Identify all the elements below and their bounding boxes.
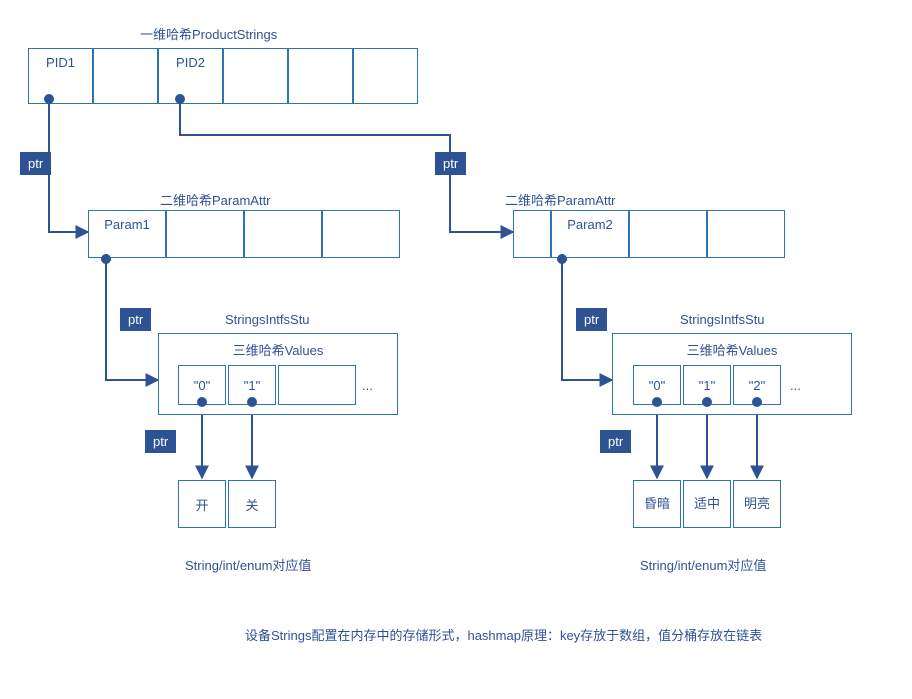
right-footer: String/int/enum对应值 (640, 555, 766, 574)
right-v2-dot (752, 397, 762, 407)
left-v0-dot (197, 397, 207, 407)
ptr-badge-4: ptr (145, 430, 176, 453)
left-param-dot (101, 254, 111, 264)
left-result-0: 开 (178, 480, 226, 528)
pid-cell-0: PID1 (28, 48, 93, 104)
pid-cell-3 (223, 48, 288, 104)
pid-cell-5 (353, 48, 418, 104)
left-param-cell-1 (166, 210, 244, 258)
left-footer: String/int/enum对应值 (185, 555, 311, 574)
left-strings-title: StringsIntfsStu (225, 312, 310, 327)
right-param-cell-0: Param2 (551, 210, 629, 258)
right-param-cell-2 (707, 210, 785, 258)
left-result-1: 关 (228, 480, 276, 528)
pid1-dot (44, 94, 54, 104)
ptr-badge-3: ptr (120, 308, 151, 331)
left-value-cell-3: ... (362, 378, 373, 393)
ptr-badge-6: ptr (600, 430, 631, 453)
right-v1-dot (702, 397, 712, 407)
right-result-1: 适中 (683, 480, 731, 528)
ptr-badge-1: ptr (20, 152, 51, 175)
right-param-dot (557, 254, 567, 264)
right-value-cell-3: ... (790, 378, 801, 393)
left-values-title: 三维哈希Values (159, 340, 397, 359)
right-strings-title: StringsIntfsStu (680, 312, 765, 327)
ptr-badge-5: ptr (576, 308, 607, 331)
left-param-cell-2 (244, 210, 322, 258)
level1-title: 一维哈希ProductStrings (140, 24, 277, 43)
left-param-cell-0: Param1 (88, 210, 166, 258)
left-param-cell-3 (322, 210, 400, 258)
left-v1-dot (247, 397, 257, 407)
bottom-caption: 设备Strings配置在内存中的存储形式，hashmap原理：key存放于数组，… (245, 625, 762, 644)
right-param-cell-pre (513, 210, 551, 258)
left-value-cell-2 (278, 365, 356, 405)
left-level2-title: 二维哈希ParamAttr (160, 190, 271, 209)
right-values-title: 三维哈希Values (613, 340, 851, 359)
right-result-0: 昏暗 (633, 480, 681, 528)
pid-cell-1 (93, 48, 158, 104)
right-param-cell-1 (629, 210, 707, 258)
pid-cell-2: PID2 (158, 48, 223, 104)
pid-cell-4 (288, 48, 353, 104)
right-v0-dot (652, 397, 662, 407)
ptr-badge-2: ptr (435, 152, 466, 175)
right-level2-title: 二维哈希ParamAttr (505, 190, 616, 209)
pid2-dot (175, 94, 185, 104)
right-result-2: 明亮 (733, 480, 781, 528)
